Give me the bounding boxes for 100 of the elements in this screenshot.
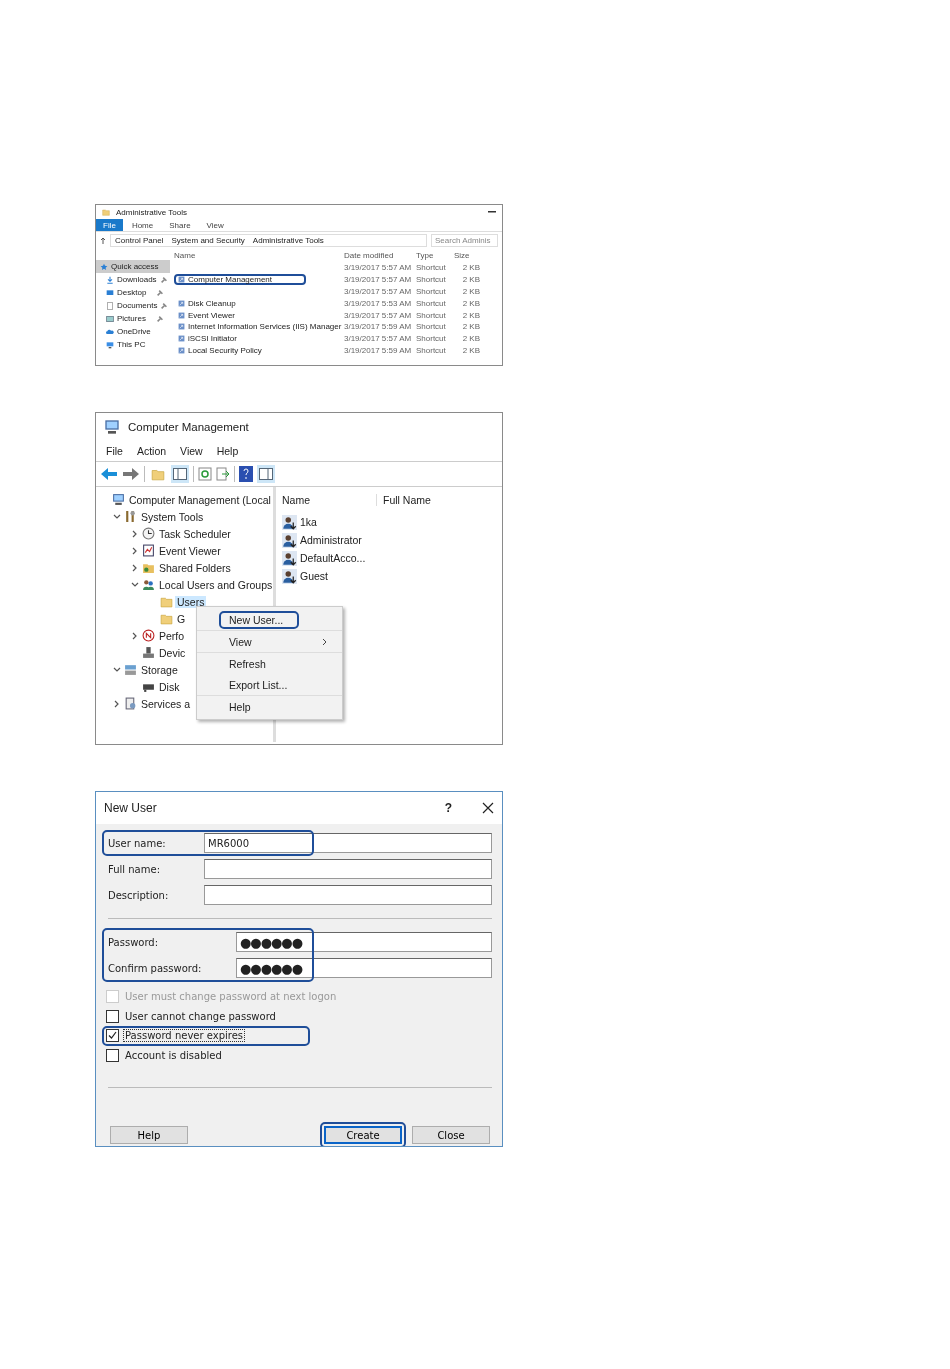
- date-cell-text: 3/19/2017 5:59 AM: [344, 345, 413, 355]
- tree-item[interactable]: Task Scheduler: [157, 527, 233, 540]
- column-header[interactable]: Type: [416, 250, 454, 260]
- tree-item[interactable]: Local Users and Groups: [157, 578, 275, 591]
- file-name[interactable]: Internet Information Services (IIS) Manager: [188, 322, 342, 332]
- search-field[interactable]: Search Adminis: [431, 233, 498, 247]
- size-cell-text: 2 KB: [461, 287, 480, 296]
- nav-item[interactable]: Documents: [96, 299, 170, 312]
- shortcut-icon: [178, 335, 185, 343]
- tree-item[interactable]: Devic: [157, 646, 188, 659]
- ribbon-tab[interactable]: View: [199, 219, 231, 231]
- user-name[interactable]: Guest: [300, 570, 328, 582]
- date-cell-text: 3/19/2017 5:57 AM: [344, 310, 413, 320]
- type-cell-text: Shortcut: [416, 298, 447, 308]
- size-cell-text: 2 KB: [461, 334, 480, 344]
- checkbox[interactable]: [106, 1048, 119, 1062]
- help-icon[interactable]: [239, 466, 253, 482]
- folder-icon: [160, 595, 173, 608]
- menu-item[interactable]: New User...: [229, 613, 284, 626]
- type-cell-text: Shortcut: [416, 334, 447, 344]
- up-arrow-icon[interactable]: [100, 236, 106, 244]
- user-name[interactable]: Administrator: [300, 534, 362, 546]
- menu-item[interactable]: View: [229, 635, 252, 648]
- nav-item[interactable]: Desktop: [96, 286, 170, 299]
- user-icon: [282, 550, 297, 566]
- menu-item[interactable]: File: [106, 445, 123, 457]
- ribbon-tab[interactable]: Home: [124, 219, 161, 231]
- tools-icon: [124, 510, 137, 523]
- user-name[interactable]: DefaultAcco...: [300, 552, 366, 564]
- field-label: Password:: [107, 936, 160, 948]
- user-name[interactable]: 1ka: [300, 516, 317, 528]
- close-icon[interactable]: [482, 802, 494, 814]
- tree-item[interactable]: Storage: [139, 663, 180, 676]
- forward-arrow-icon[interactable]: [122, 467, 140, 481]
- nav-item[interactable]: Downloads: [96, 273, 170, 286]
- nav-item[interactable]: This PC: [96, 338, 170, 351]
- column-header[interactable]: Name: [282, 494, 376, 506]
- back-arrow-icon[interactable]: [100, 467, 118, 481]
- date-cell-text: 3/19/2017 5:59 AM: [344, 322, 413, 332]
- type-cell-text: Shortcut: [416, 310, 447, 320]
- menu-item[interactable]: Help: [229, 700, 251, 713]
- input-field[interactable]: MR6000: [204, 833, 492, 853]
- file-menu-button[interactable]: File: [96, 219, 123, 231]
- menu-item[interactable]: View: [180, 445, 203, 457]
- column-header[interactable]: Full Name: [376, 494, 502, 506]
- column-header[interactable]: Size: [454, 250, 480, 260]
- pane-icon[interactable]: [259, 468, 273, 480]
- folder-icon: [102, 208, 110, 216]
- file-name[interactable]: Event Viewer: [188, 310, 235, 320]
- export-icon[interactable]: [216, 467, 230, 481]
- minimize-icon[interactable]: [488, 211, 496, 213]
- tree-item[interactable]: Users: [175, 595, 207, 608]
- pane-icon[interactable]: [173, 468, 187, 480]
- input-field[interactable]: [204, 885, 492, 905]
- log-icon: [142, 544, 155, 557]
- tree-item[interactable]: System Tools: [139, 510, 206, 523]
- refresh-icon[interactable]: [198, 467, 212, 481]
- password-field[interactable]: ●●●●●●: [236, 958, 492, 978]
- tree-item[interactable]: Computer Management (Local: [127, 493, 273, 506]
- address-bar[interactable]: Control Panel System and Security Administrative Tools: [110, 233, 427, 247]
- date-cell-text: 3/19/2017 5:53 AM: [344, 298, 413, 308]
- tree-item[interactable]: Perfo: [157, 629, 187, 642]
- tree-item[interactable]: G: [175, 612, 188, 625]
- dialog-button[interactable]: Create: [324, 1126, 402, 1144]
- tree-item[interactable]: Disk: [157, 680, 182, 693]
- computer-icon: [112, 493, 125, 506]
- shortcut-icon: [178, 323, 185, 331]
- computer-icon: [106, 340, 114, 349]
- file-name[interactable]: Local Security Policy: [188, 345, 262, 355]
- dialog-button[interactable]: Help: [110, 1126, 188, 1144]
- type-cell-text: Shortcut: [416, 345, 447, 355]
- clock-icon: [142, 527, 155, 540]
- menu-item[interactable]: Action: [136, 445, 167, 457]
- checkbox[interactable]: [106, 1029, 119, 1043]
- window-title: Administrative Tools: [116, 207, 187, 217]
- computer-icon: [104, 419, 120, 435]
- user-icon: [282, 514, 297, 530]
- nav-item[interactable]: Pictures: [96, 312, 170, 325]
- ribbon-tab[interactable]: Share: [162, 219, 198, 231]
- file-name[interactable]: Disk Cleanup: [188, 298, 236, 308]
- menu-item[interactable]: Export List...: [229, 678, 288, 691]
- password-field[interactable]: ●●●●●●: [236, 932, 492, 952]
- column-header[interactable]: Date modified: [344, 250, 416, 260]
- menu-item[interactable]: Refresh: [229, 657, 266, 670]
- checkbox-label[interactable]: User cannot change password: [123, 1009, 278, 1023]
- dialog-button[interactable]: Close: [412, 1126, 490, 1144]
- input-field[interactable]: [204, 859, 492, 879]
- nav-item[interactable]: OneDrive: [96, 325, 170, 338]
- checkbox[interactable]: [106, 1009, 119, 1023]
- checkbox-label[interactable]: Account is disabled: [123, 1048, 224, 1062]
- tree-item[interactable]: Services a: [139, 697, 193, 710]
- help-button[interactable]: ?: [444, 801, 452, 815]
- menu-item[interactable]: Help: [216, 445, 239, 457]
- tree-item[interactable]: Shared Folders: [157, 561, 233, 574]
- checkbox-label[interactable]: Password never expires: [123, 1029, 245, 1043]
- nav-item[interactable]: Quick access: [96, 260, 170, 273]
- column-header[interactable]: Name: [174, 250, 344, 260]
- file-name[interactable]: iSCSI Initiator: [188, 334, 237, 344]
- tree-item[interactable]: Event Viewer: [157, 544, 223, 557]
- storage-icon: [124, 663, 137, 676]
